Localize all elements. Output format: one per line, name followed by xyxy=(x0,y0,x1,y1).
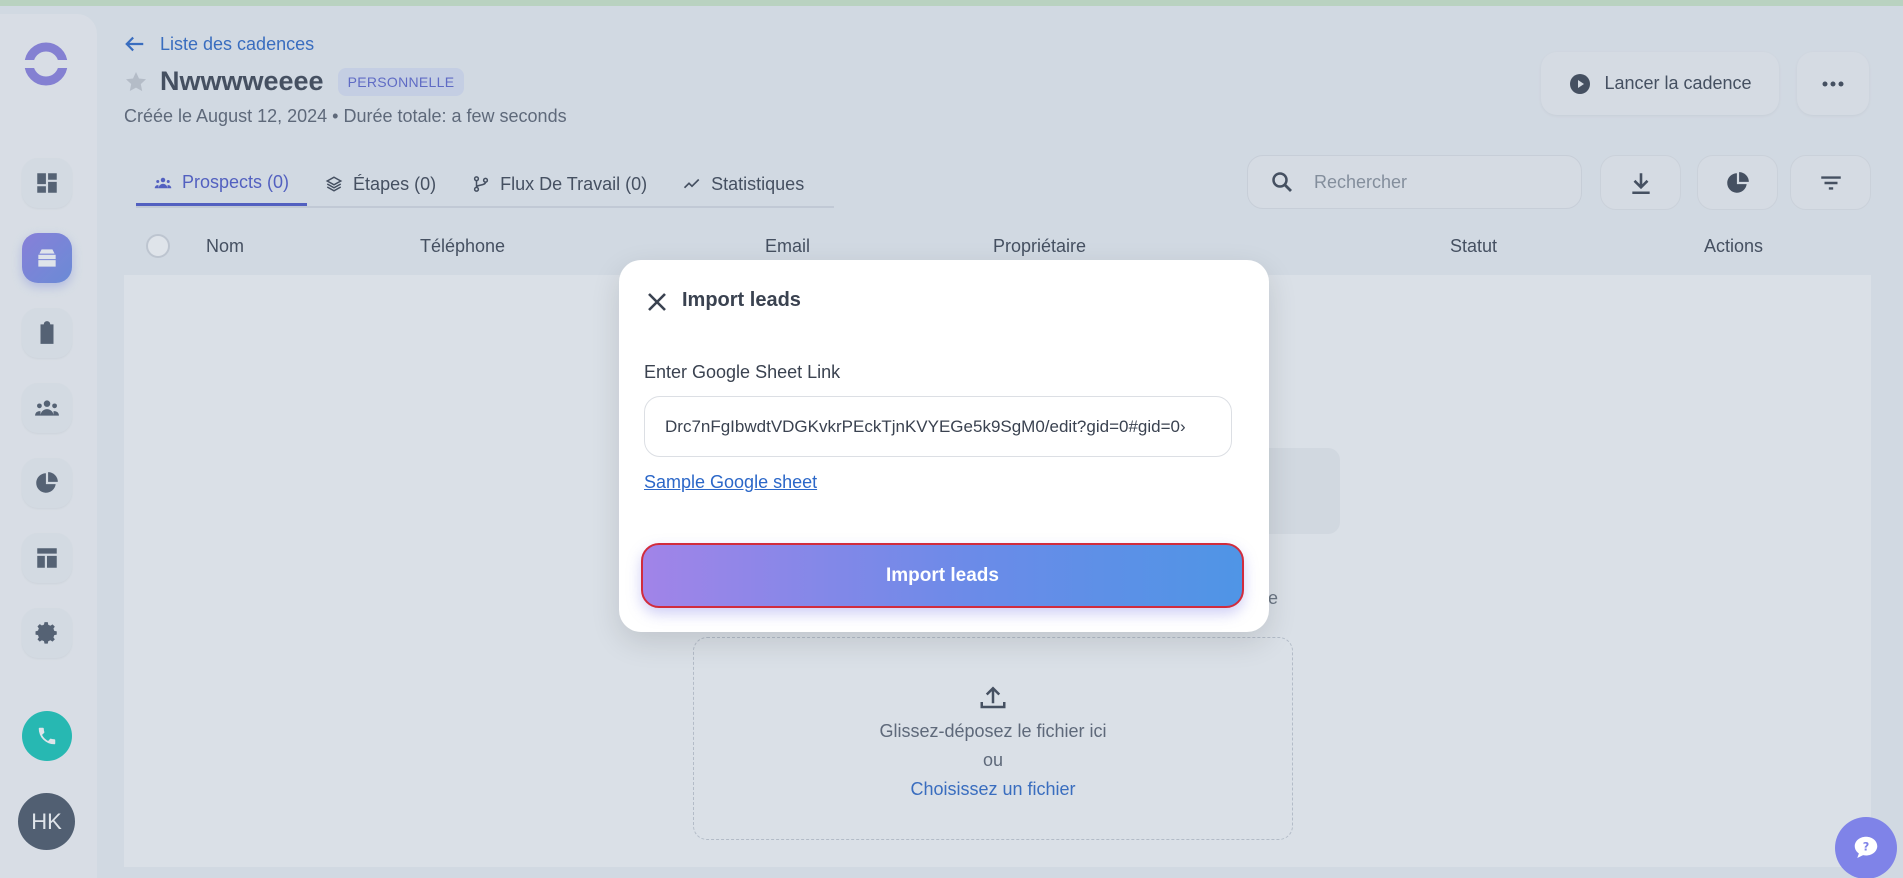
close-icon[interactable] xyxy=(645,290,669,314)
sheet-link-label: Enter Google Sheet Link xyxy=(644,362,841,382)
svg-text:?: ? xyxy=(1863,841,1870,854)
import-leads-button[interactable]: Import leads xyxy=(641,543,1244,608)
help-chat-button[interactable]: ? xyxy=(1835,817,1897,878)
modal-title: Import leads xyxy=(682,289,801,311)
help-chat-icon: ? xyxy=(1854,836,1878,858)
sample-google-sheet-link[interactable]: Sample Google sheet xyxy=(644,472,817,493)
google-sheet-link-input[interactable] xyxy=(644,396,1232,457)
import-leads-modal: Import leads Enter Google Sheet Link Sam… xyxy=(619,260,1269,632)
